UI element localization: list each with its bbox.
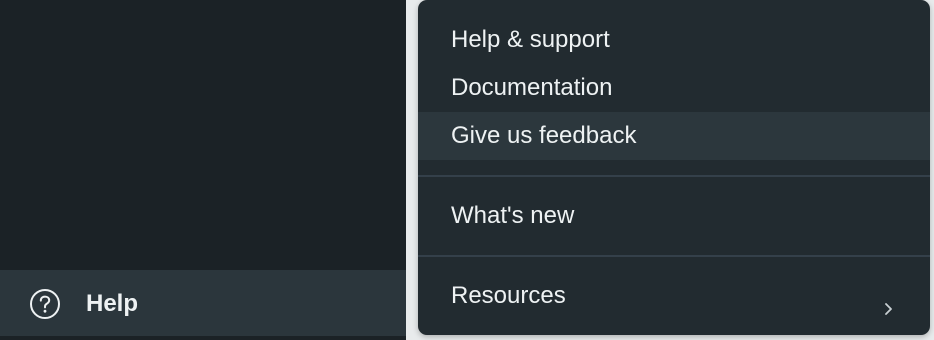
menu-item-label: Resources: [451, 282, 566, 309]
menu-item-documentation[interactable]: Documentation: [418, 64, 930, 112]
app-window: Help Help & support Documentation Give u…: [0, 0, 934, 340]
sidebar-item-label: Help: [86, 290, 139, 317]
menu-item-resources[interactable]: Resources: [418, 272, 930, 320]
menu-divider: [418, 175, 930, 177]
chevron-right-icon: [882, 287, 896, 315]
help-dropdown-menu: Help & support Documentation Give us fee…: [418, 0, 930, 335]
menu-item-help-support[interactable]: Help & support: [418, 16, 930, 64]
sidebar: Help: [0, 0, 406, 340]
question-circle-icon: [29, 288, 61, 320]
menu-divider: [418, 255, 930, 257]
sidebar-item-help[interactable]: Help: [0, 270, 406, 336]
menu-item-whats-new[interactable]: What's new: [418, 192, 930, 240]
menu-item-give-feedback[interactable]: Give us feedback: [418, 112, 930, 160]
